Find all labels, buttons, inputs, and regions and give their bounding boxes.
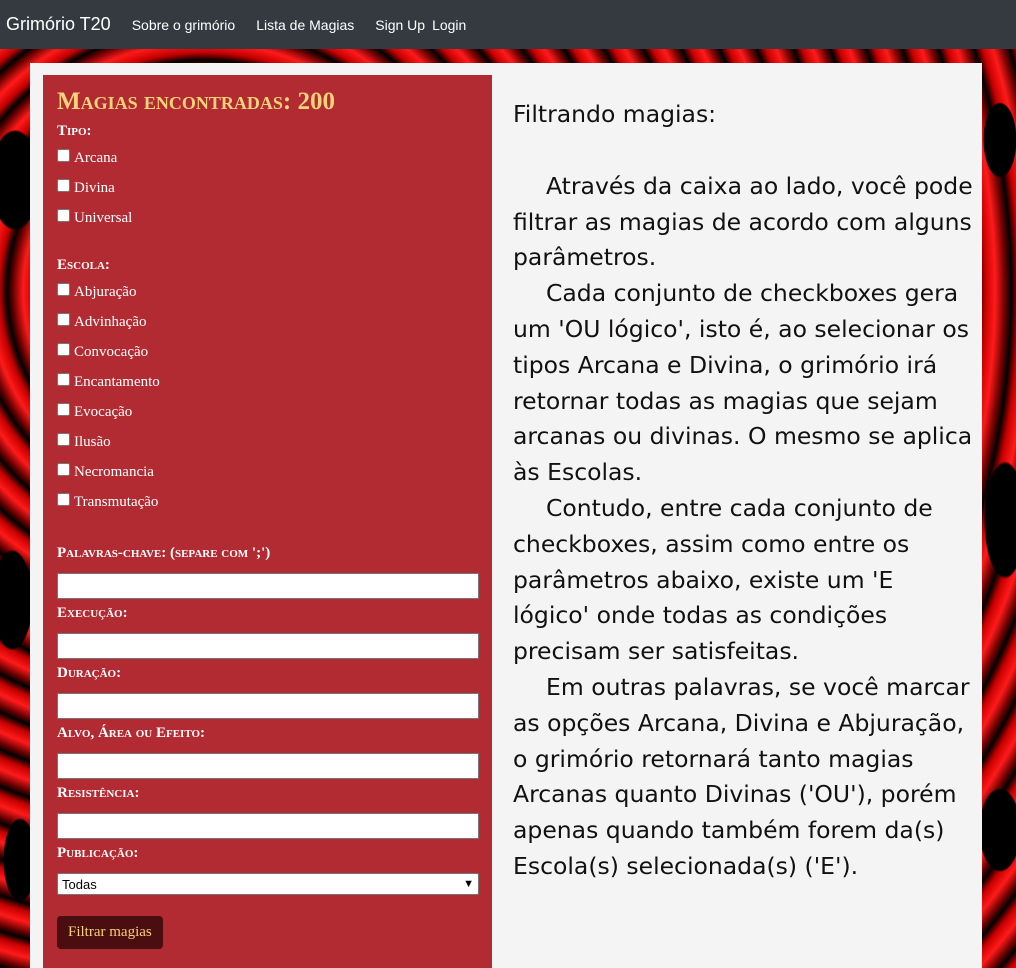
checkbox-box[interactable] [57, 178, 70, 192]
execucao-input[interactable] [57, 633, 479, 659]
info-paragraph: Através da caixa ao lado, você pode filt… [513, 171, 973, 272]
checkbox-advinhacao[interactable]: Advinhação [57, 307, 478, 337]
palavras-chave-input[interactable] [57, 573, 479, 599]
checkbox-transmutacao[interactable]: Transmutação [57, 487, 478, 517]
escola-label: Escola: [57, 257, 110, 273]
publicacao-label: Publicação: [57, 845, 139, 861]
duracao-input[interactable] [57, 693, 479, 719]
chevron-down-icon: ▼ [463, 878, 474, 890]
info-paragraph: Cada conjunto de checkboxes gera um 'OU … [513, 279, 973, 487]
info-heading: Filtrando magias: [513, 100, 717, 128]
nav-link-sobre[interactable]: Sobre o grimório [132, 17, 236, 33]
brand-link[interactable]: Grimório T20 [6, 14, 111, 35]
checkbox-box[interactable] [57, 342, 70, 356]
nav-link-sign-up[interactable]: Sign Up [375, 17, 425, 33]
publicacao-selected-value: Todas [62, 876, 97, 892]
checkbox-label: Divina [74, 179, 115, 196]
checkbox-label: Evocação [74, 403, 133, 420]
checkbox-box[interactable] [57, 462, 70, 476]
checkbox-abjuracao[interactable]: Abjuração [57, 277, 478, 307]
checkbox-box[interactable] [57, 282, 70, 296]
checkbox-encantamento[interactable]: Encantamento [57, 367, 478, 397]
checkbox-box[interactable] [57, 492, 70, 506]
duracao-label: Duração: [57, 665, 122, 681]
resistencia-label: Resistência: [57, 785, 140, 801]
checkbox-box[interactable] [57, 148, 70, 162]
checkbox-label: Advinhação [74, 313, 147, 330]
execucao-label: Execução: [57, 605, 128, 621]
checkbox-box[interactable] [57, 312, 70, 326]
info-panel: Filtrando magias: Através da caixa ao la… [513, 97, 975, 885]
checkbox-label: Abjuração [74, 283, 137, 300]
nav-link-login[interactable]: Login [432, 17, 466, 33]
info-paragraph: Contudo, entre cada conjunto de checkbox… [513, 493, 933, 666]
nav-link-lista-magias[interactable]: Lista de Magias [256, 17, 354, 33]
filter-button[interactable]: Filtrar magias [57, 916, 163, 949]
checkbox-label: Convocação [74, 343, 149, 360]
checkbox-necromancia[interactable]: Necromancia [57, 457, 478, 487]
publicacao-select[interactable]: Todas ▼ [57, 873, 479, 895]
checkbox-label: Encantamento [74, 373, 160, 390]
checkbox-box[interactable] [57, 432, 70, 446]
checkbox-arcana[interactable]: Arcana [57, 143, 478, 173]
checkbox-evocacao[interactable]: Evocação [57, 397, 478, 427]
alvo-input[interactable] [57, 753, 479, 779]
main-container: Magias encontradas: 200 Tipo: Arcana Div… [30, 63, 982, 968]
checkbox-divina[interactable]: Divina [57, 173, 478, 203]
navbar: Grimório T20 Sobre o grimório Lista de M… [0, 0, 1016, 49]
filter-panel: Magias encontradas: 200 Tipo: Arcana Div… [43, 75, 492, 968]
checkbox-label: Arcana [74, 149, 118, 166]
checkbox-label: Universal [74, 209, 133, 226]
results-count-title: Magias encontradas: 200 [57, 88, 335, 115]
alvo-label: Alvo, Área ou Efeito: [57, 725, 206, 741]
checkbox-ilusao[interactable]: Ilusão [57, 427, 478, 457]
checkbox-box[interactable] [57, 208, 70, 222]
checkbox-convocacao[interactable]: Convocação [57, 337, 478, 367]
checkbox-box[interactable] [57, 402, 70, 416]
resistencia-input[interactable] [57, 813, 479, 839]
checkbox-label: Transmutação [74, 493, 159, 510]
tipo-label: Tipo: [57, 123, 92, 139]
checkbox-universal[interactable]: Universal [57, 203, 478, 233]
checkbox-box[interactable] [57, 372, 70, 386]
checkbox-label: Ilusão [74, 433, 111, 450]
checkbox-label: Necromancia [74, 463, 154, 480]
info-paragraph: Em outras palavras, se você marcar as op… [513, 672, 970, 880]
palavras-chave-label: Palavras-chave: (separe com ';') [57, 545, 271, 561]
